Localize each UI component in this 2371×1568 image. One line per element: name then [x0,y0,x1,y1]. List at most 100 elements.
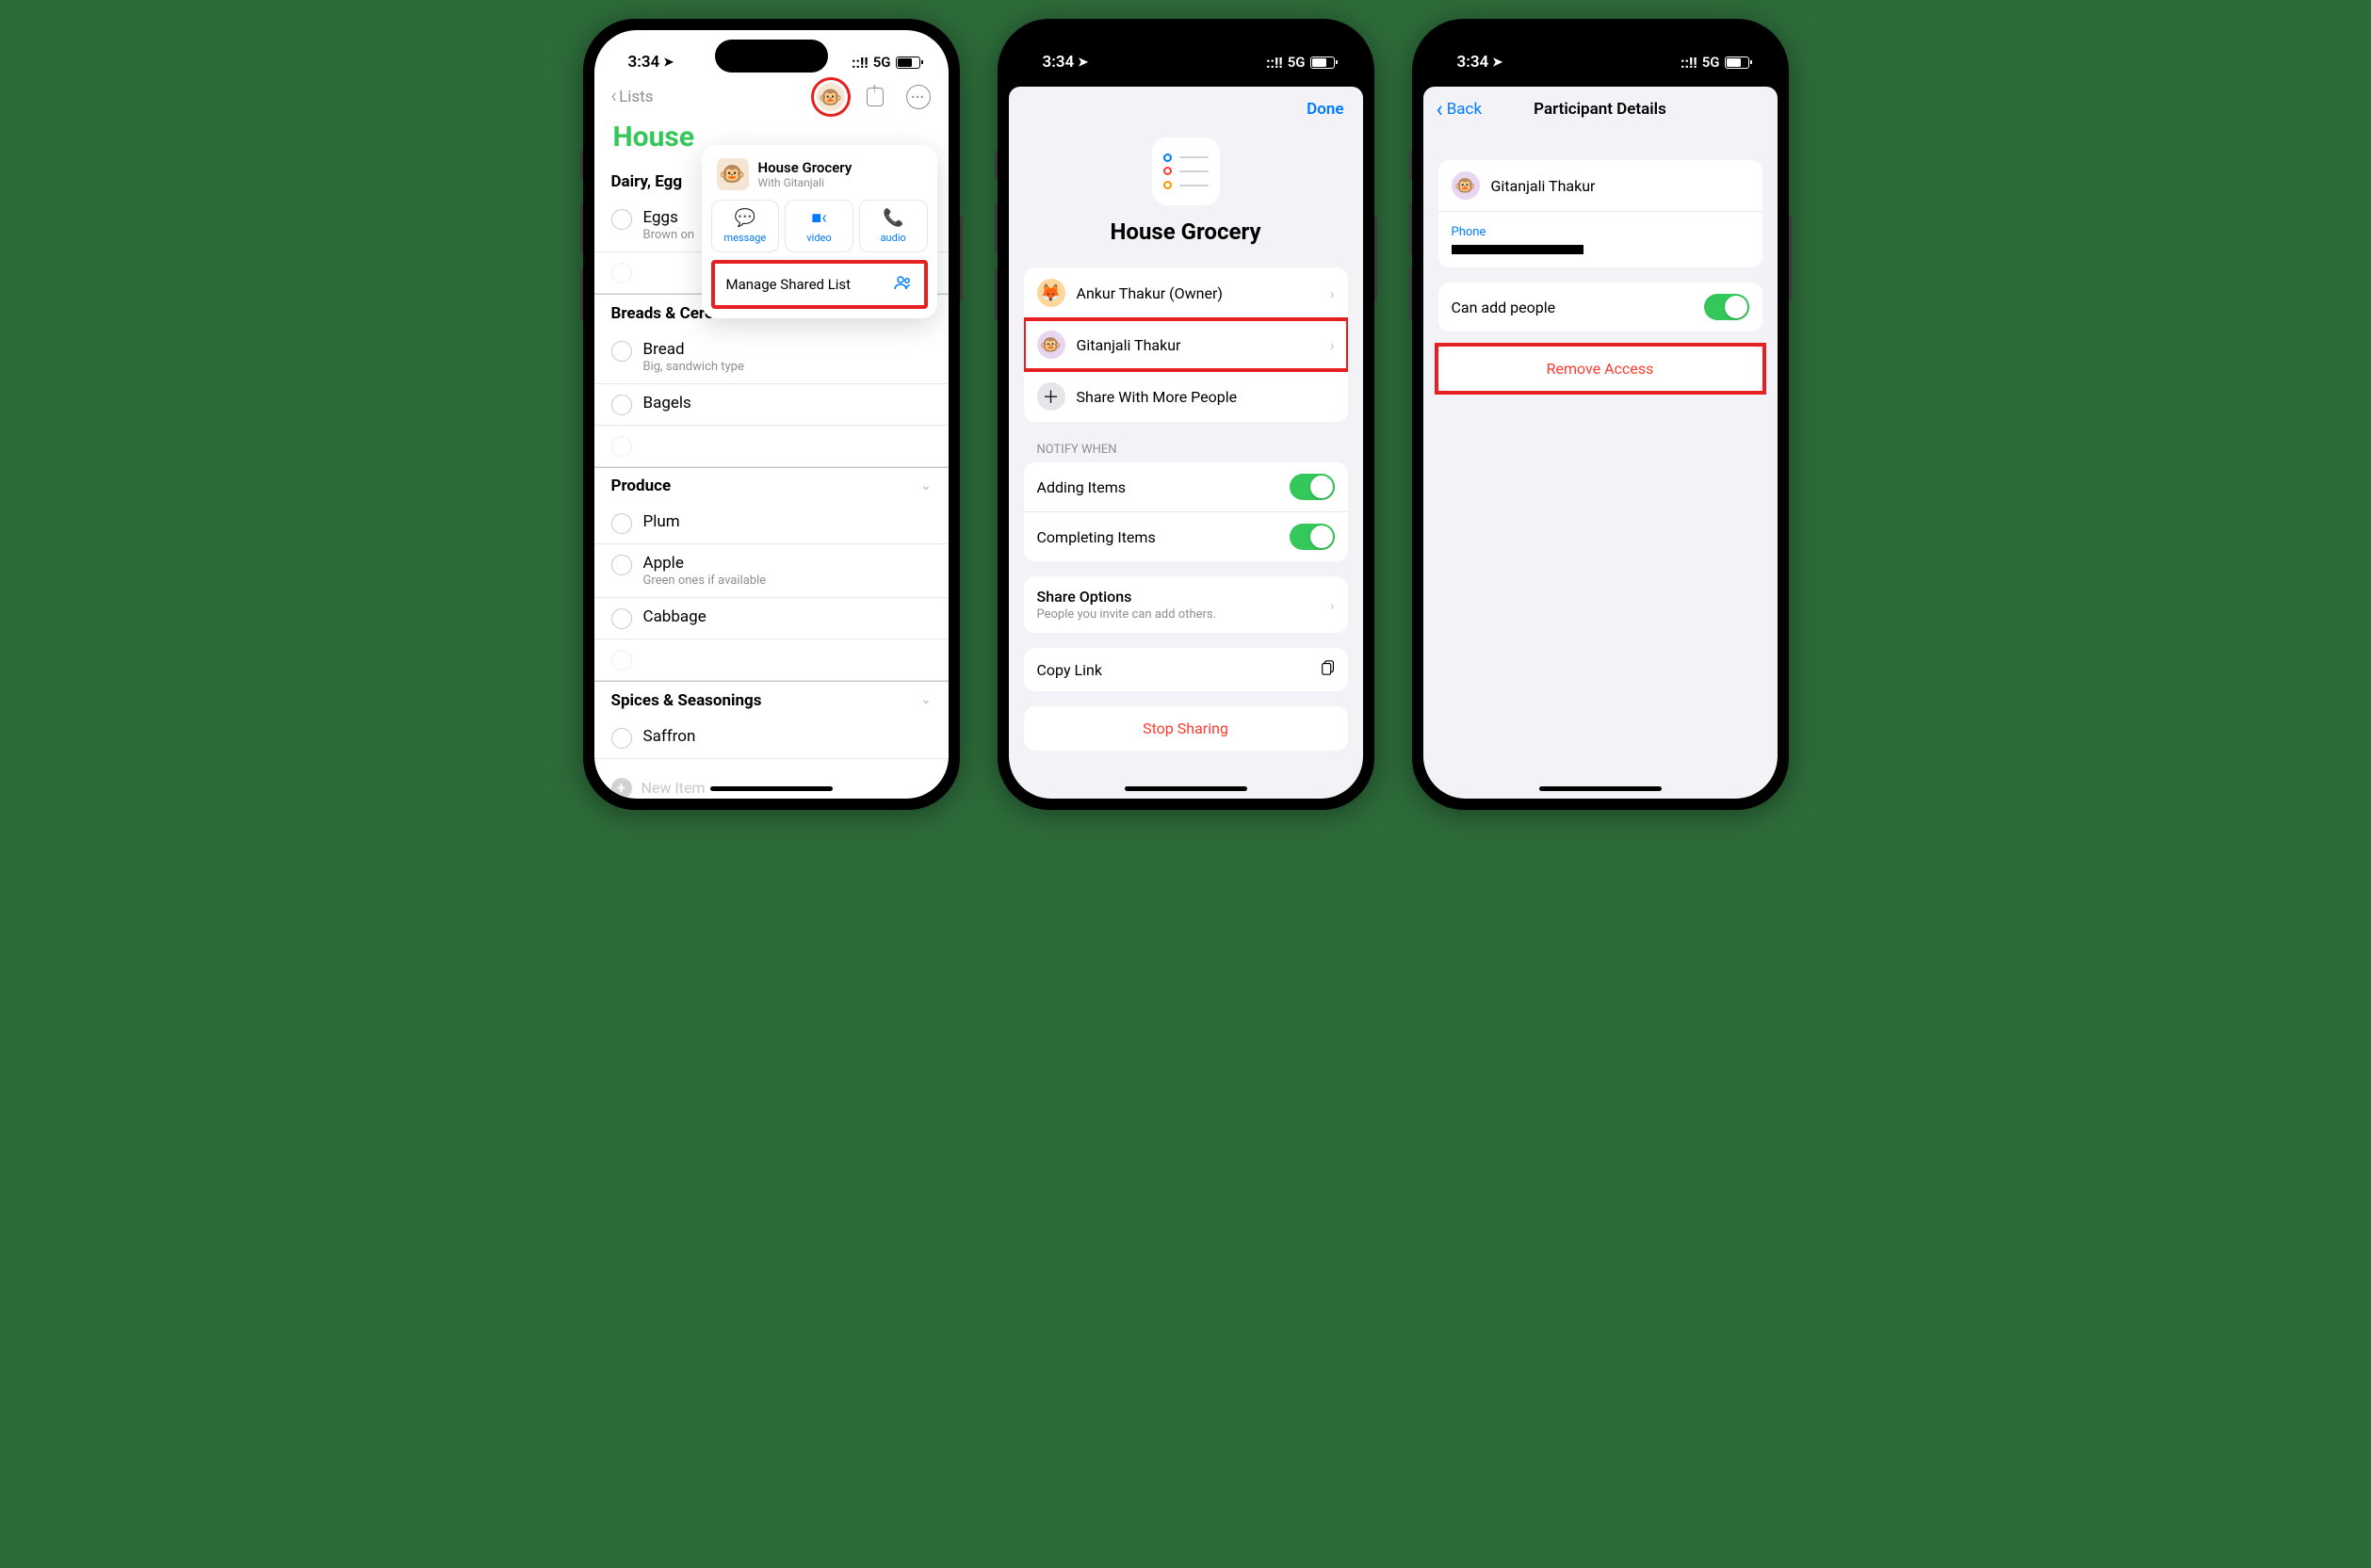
signal-icon: ::!! [852,54,869,72]
video-button[interactable]: ■‹ video [785,200,853,252]
list-item[interactable]: Plum [594,503,949,544]
phone-number-redacted [1452,245,1583,254]
modal-title: House Grocery [1009,218,1363,245]
participants-card: 🦊 Ankur Thakur (Owner) › 🐵 Gitanjali Tha… [1024,267,1348,422]
new-item-button[interactable]: + New Item [594,759,949,800]
chevron-right-icon: › [1330,336,1335,354]
battery-icon [1310,57,1335,69]
checkbox-placeholder [611,436,632,457]
list-item-placeholder[interactable] [594,639,949,681]
share-options-card: Share Options People you invite can add … [1024,576,1348,633]
toggle-can-add[interactable] [1704,294,1749,320]
avatar: 🐵 [1037,331,1065,359]
stop-sharing-card: Stop Sharing [1024,706,1348,751]
notify-card: Adding Items Completing Items [1024,462,1348,561]
checkbox[interactable] [611,209,632,230]
page-title: Participant Details [1534,100,1666,119]
copy-link-card: Copy Link [1024,648,1348,691]
avatar: 🦊 [1037,279,1065,307]
network-label: 5G [873,54,891,71]
participant-row[interactable]: 🦊 Ankur Thakur (Owner) › [1024,267,1348,319]
network-label: 5G [1702,54,1720,71]
toggle-adding[interactable] [1290,474,1335,500]
phone-3: 3:34 ➤ ::!! 5G ‹ Back Participant Detail… [1412,19,1789,810]
audio-button[interactable]: 📞 audio [859,200,928,252]
highlight-circle [811,77,851,117]
phone-icon: 📞 [883,208,903,228]
plus-icon: + [611,778,632,799]
home-indicator[interactable] [710,786,833,791]
checkbox[interactable] [611,513,632,534]
manage-shared-list-button[interactable]: Manage Shared List [711,260,928,309]
list-item-placeholder[interactable] [594,426,949,467]
back-button[interactable]: ‹ Back [1437,98,1483,121]
chevron-left-icon: ‹ [611,87,618,107]
toggle-completing[interactable] [1290,524,1335,550]
done-button[interactable]: Done [1307,100,1343,119]
list-item[interactable]: Apple Green ones if available [594,544,949,598]
status-time: 3:34 [1457,53,1489,72]
chevron-left-icon: ‹ [1437,98,1443,121]
battery-icon [896,57,920,69]
notify-header: NOTIFY WHEN [1009,437,1363,462]
share-popover: 🐵 House Grocery With Gitanjali 💬 message… [702,145,937,318]
stop-sharing-button[interactable]: Stop Sharing [1024,706,1348,751]
status-time: 3:34 [628,53,660,72]
list-item[interactable]: Cabbage [594,598,949,639]
home-indicator[interactable] [1539,786,1662,791]
chevron-right-icon: › [1330,284,1335,302]
checkbox[interactable] [611,555,632,575]
location-icon: ➤ [1492,56,1502,70]
status-bar: 3:34 ➤ ::!! 5G [1423,30,1778,77]
reminders-app-icon [1152,137,1220,205]
list-item[interactable]: Saffron [594,718,949,759]
signal-icon: ::!! [1681,54,1697,72]
section-header[interactable]: Spices & Seasonings ⌄ [594,682,949,718]
status-bar: 3:34 ➤ ::!! 5G [1009,30,1363,77]
participant-row-gitanjali[interactable]: 🐵 Gitanjali Thakur › [1024,319,1348,371]
remove-access-button[interactable]: Remove Access [1438,347,1762,391]
more-button[interactable]: ••• [905,84,932,110]
status-time: 3:34 [1043,53,1075,72]
battery-icon [1725,57,1749,69]
avatar: 🐵 [1452,171,1480,200]
phone-1: 3:34 ➤ ::!! 5G ‹ Lists 🐵 [583,19,960,810]
home-indicator[interactable] [1125,786,1247,791]
signal-icon: ::!! [1266,54,1283,72]
chevron-right-icon: › [1330,596,1335,614]
video-icon: ■‹ [811,208,826,228]
checkbox[interactable] [611,728,632,749]
sharing-avatar-button[interactable]: 🐵 [817,83,845,111]
permissions-card: Can add people [1438,283,1762,331]
copy-link-icon [1320,659,1335,680]
contact-card: 🐵 Gitanjali Thakur Phone [1438,160,1762,267]
location-icon: ➤ [1078,56,1088,70]
share-options-button[interactable]: Share Options People you invite can add … [1024,576,1348,633]
checkbox-placeholder [611,650,632,671]
message-button[interactable]: 💬 message [711,200,780,252]
section-header[interactable]: Produce ⌄ [594,467,949,503]
share-button[interactable] [862,84,888,110]
remove-access-container: Remove Access [1438,347,1762,391]
phone-2: 3:34 ➤ ::!! 5G Done House Grocery [998,19,1374,810]
phone-label: Phone [1438,212,1762,241]
back-button[interactable]: ‹ Lists [611,87,654,107]
popover-subtitle: With Gitanjali [758,176,853,189]
popover-title: House Grocery [758,159,853,176]
checkbox[interactable] [611,341,632,362]
location-icon: ➤ [663,56,674,70]
network-label: 5G [1288,54,1306,71]
notify-adding-row: Adding Items [1024,462,1348,512]
list-item[interactable]: Bagels [594,384,949,426]
checkbox-placeholder [611,263,632,283]
chevron-down-icon: ⌄ [921,479,932,493]
share-more-button[interactable]: ＋ Share With More People [1024,371,1348,422]
copy-link-button[interactable]: Copy Link [1024,648,1348,691]
nav-bar: ‹ Lists 🐵 ••• [594,77,949,117]
checkbox[interactable] [611,608,632,629]
checkbox[interactable] [611,395,632,415]
people-icon [894,275,913,294]
status-bar: 3:34 ➤ ::!! 5G [594,30,949,77]
list-item[interactable]: Bread Big, sandwich type [594,331,949,384]
contact-row[interactable]: 🐵 Gitanjali Thakur [1438,160,1762,211]
